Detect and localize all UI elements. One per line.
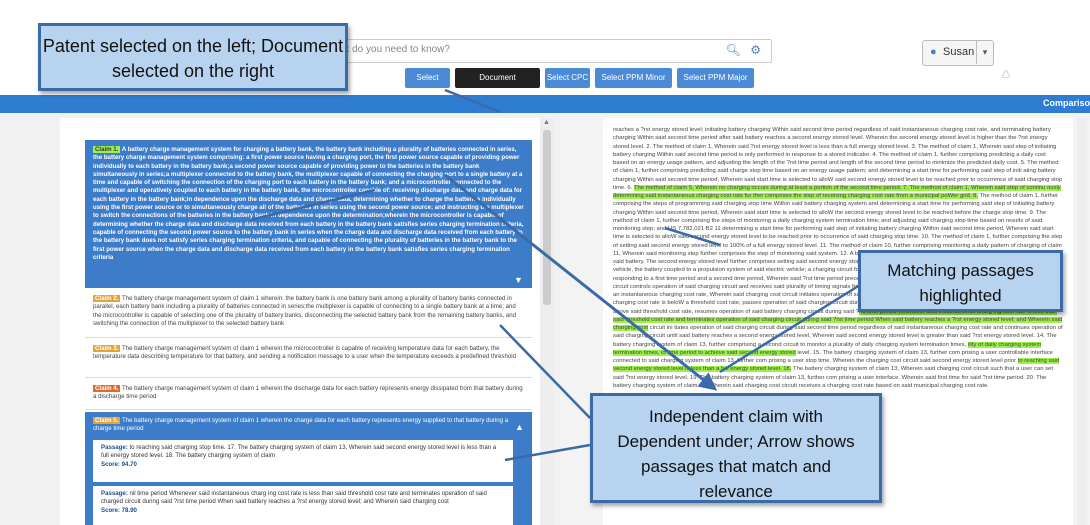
mouse-cursor: ▲ bbox=[1000, 66, 1012, 80]
search-input[interactable]: at do you need to know? 🔍︎ ⚙ bbox=[330, 39, 772, 63]
matching-passage[interactable]: Passage: nil time period Whenever said i… bbox=[93, 486, 513, 525]
tab-select-ppm-major-code[interactable]: Select PPM Major Code bbox=[677, 68, 754, 102]
chevron-down-icon[interactable]: ▼ bbox=[514, 275, 523, 285]
claim-text: A battery charge management system for c… bbox=[93, 146, 524, 261]
search-icon[interactable]: 🔍︎ bbox=[726, 43, 741, 57]
search-placeholder: at do you need to know? bbox=[341, 44, 450, 55]
dependent-claim[interactable]: Claim 2. The battery charge management s… bbox=[85, 290, 532, 338]
dependent-claim[interactable]: Claim 3. The battery charge management s… bbox=[85, 340, 532, 378]
comparison-label: Compariso bbox=[1042, 98, 1090, 108]
callout-matching-passages: Matching passages highlighted bbox=[858, 250, 1063, 312]
passage-label: Passage: bbox=[101, 444, 128, 451]
callout-independent-claim: Independent claim with Dependent under; … bbox=[590, 393, 882, 503]
score-label: Score: bbox=[101, 506, 120, 514]
claim-label: Claim 2. bbox=[93, 295, 121, 302]
tab-select-cpc[interactable]: Select CPC bbox=[545, 68, 590, 88]
chevron-up-icon[interactable]: ▲ bbox=[515, 422, 524, 432]
expanded-claim[interactable]: Claim 5. The battery charge management s… bbox=[85, 412, 532, 525]
claim-label: Claim 4. bbox=[93, 385, 121, 392]
user-name: Susan bbox=[943, 46, 975, 58]
claim-label: Claim 1. bbox=[93, 146, 121, 153]
passage-label: Passage: bbox=[101, 490, 128, 497]
gear-icon[interactable]: ⚙ bbox=[750, 43, 761, 57]
document-scrollbar[interactable] bbox=[1077, 118, 1087, 525]
callout-patent-document: Patent selected on the left; Document se… bbox=[38, 23, 348, 91]
passage-score: 78.90 bbox=[121, 506, 137, 514]
passage-text: to reaching said charging stop time. 17.… bbox=[101, 444, 497, 460]
claim-label: Claim 5. bbox=[93, 417, 121, 424]
chevron-up-icon[interactable]: ▲ bbox=[543, 119, 550, 126]
claim-text: The battery charge management system of … bbox=[93, 417, 509, 433]
claim-label: Claim 3. bbox=[93, 345, 121, 352]
score-label: Score: bbox=[101, 460, 120, 468]
independent-claim[interactable]: Claim 1. A battery charge management sys… bbox=[85, 140, 532, 288]
comparison-header-bar: Compariso bbox=[0, 95, 1090, 113]
claim-text: The battery charge management system of … bbox=[93, 385, 523, 401]
document-paragraph: reaches a ?rst energy stored level; init… bbox=[613, 127, 1063, 191]
tab-select-dates[interactable]: Select Dates bbox=[405, 68, 450, 102]
claims-scrollbar-thumb[interactable] bbox=[543, 130, 551, 305]
matching-passage[interactable]: Passage: to reaching said charging stop … bbox=[93, 440, 513, 482]
dependent-claim[interactable]: Claim 4. The battery charge management s… bbox=[85, 380, 532, 410]
user-icon: ● bbox=[930, 46, 937, 58]
chevron-down-icon[interactable]: ▾ bbox=[976, 40, 993, 64]
tab-select-ppm-minor-code[interactable]: Select PPM Minor Code bbox=[595, 68, 672, 102]
passage-text: nil time period Whenever said instantane… bbox=[101, 490, 487, 506]
tab-document-tag-company[interactable]: Document Tag/Company bbox=[455, 68, 540, 102]
passage-score: 94.70 bbox=[121, 460, 137, 468]
claim-text: The battery charge management system of … bbox=[93, 295, 517, 327]
claim-text: The battery charge management system of … bbox=[93, 345, 516, 361]
